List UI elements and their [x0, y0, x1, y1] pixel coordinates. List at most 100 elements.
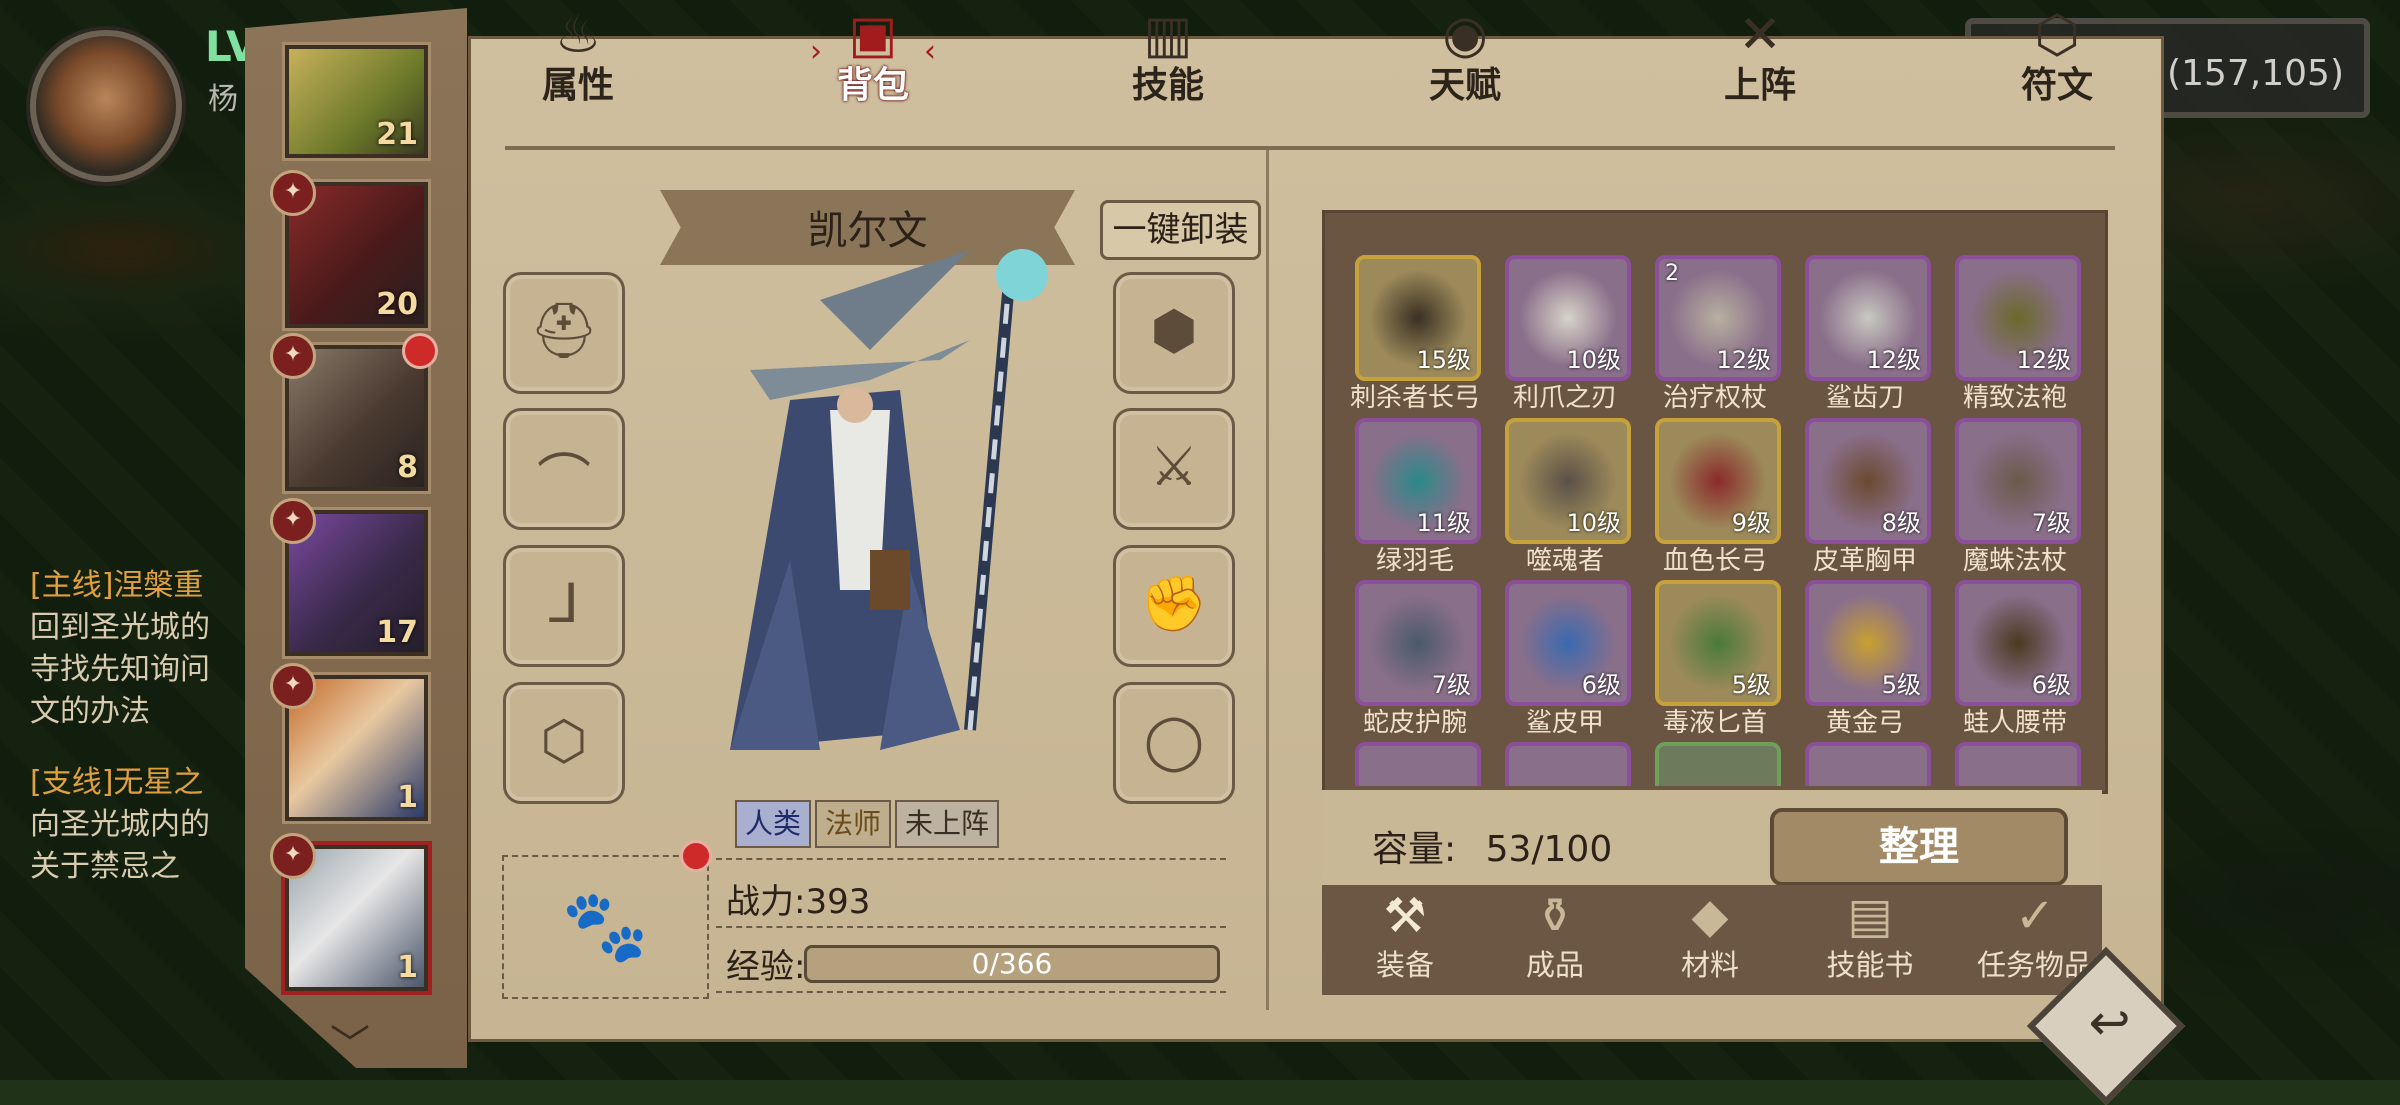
inventory-item[interactable]: 10级 — [1505, 418, 1631, 544]
item-name: 精致法袍 — [1962, 383, 2067, 413]
item-level: 7级 — [1431, 671, 1471, 699]
hero-level: 1 — [397, 780, 418, 815]
exp-row: 经验: 0/366 — [716, 925, 1226, 993]
unequip-all-button[interactable]: 一键卸装 — [1100, 200, 1261, 260]
item-name: 噬魂者 — [1525, 546, 1604, 576]
backpack-icon: ▣ — [848, 5, 898, 65]
armor-icon: ⬢ — [1150, 299, 1198, 362]
player-avatar[interactable] — [30, 30, 182, 182]
hero-class-badge: ✦ — [270, 833, 316, 879]
hero-class-badge: ✦ — [270, 333, 316, 379]
quest-main[interactable]: [主线]涅槃重 回到圣光城的 寺找先知询问 文的办法 — [30, 565, 260, 733]
item-name: 利爪之刃 — [1512, 383, 1617, 413]
inventory-item[interactable]: 8级 — [1805, 418, 1931, 544]
category-equipment[interactable]: ⚒ 装备 — [1340, 890, 1470, 984]
item-name: 鲨皮甲 — [1525, 708, 1604, 738]
equipment-icon: ⚒ — [1383, 888, 1427, 944]
inventory-item[interactable]: 6级 — [1955, 580, 2081, 706]
inventory-item[interactable]: 15级 — [1355, 255, 1481, 381]
chevron-left-icon: › — [810, 34, 822, 69]
shoulder-icon: ⌒ — [537, 448, 591, 511]
item-name: 皮革胸甲 — [1812, 546, 1917, 576]
armor-slot[interactable]: ⬢ — [1113, 272, 1235, 394]
item-level: 8级 — [1881, 509, 1921, 537]
panel-divider — [1266, 150, 1269, 1010]
power-label: 战力:393 — [726, 882, 871, 922]
inventory-item[interactable]: 7级 — [1955, 418, 2081, 544]
return-arrow-icon: ↩ — [2088, 993, 2131, 1052]
ring-slot[interactable]: ⬡ — [503, 682, 625, 804]
inventory-item[interactable]: 7级 — [1355, 580, 1481, 706]
quest-item-icon: ✓ — [2014, 888, 2056, 944]
item-level: 15级 — [1416, 346, 1471, 374]
item-level: 12级 — [1716, 346, 1771, 374]
item-level: 6级 — [1581, 671, 1621, 699]
bag-icon: ⚱ — [1534, 888, 1576, 944]
flame-icon: ♨ — [554, 5, 602, 65]
inventory-item[interactable]: 6级 — [1505, 580, 1631, 706]
quest-main-line1: 回到圣光城的 — [30, 610, 210, 645]
inventory-item[interactable]: 10级 — [1505, 255, 1631, 381]
inventory-item[interactable]: 9级 — [1655, 418, 1781, 544]
hero-class-badge: ✦ — [270, 170, 316, 216]
inventory-item[interactable]: 5级 — [1805, 580, 1931, 706]
sword-icon: ⚔ — [1149, 435, 1199, 498]
sort-button[interactable]: 整理 — [1770, 808, 2068, 886]
inventory-item-partial[interactable] — [1505, 742, 1631, 786]
item-count: 2 — [1665, 261, 1679, 286]
hero-level: 17 — [376, 615, 418, 650]
category-skillbooks[interactable]: ▤ 技能书 — [1805, 890, 1935, 984]
race-tag: 人类 — [735, 800, 812, 848]
book-icon: ▥ — [1143, 5, 1193, 65]
amulet-slot[interactable]: ◯ — [1113, 682, 1235, 804]
tab-deploy[interactable]: ✕ 上阵 — [1695, 4, 1825, 106]
weapon-slot[interactable]: ⚔ — [1113, 408, 1235, 530]
item-name: 蛙人腰带 — [1962, 708, 2067, 738]
item-level: 12级 — [1866, 346, 1921, 374]
inventory-item-partial[interactable] — [1955, 742, 2081, 786]
boots-slot[interactable]: ⅃ — [503, 545, 625, 667]
hero-list-down-arrow[interactable]: ﹀ — [330, 1012, 370, 1070]
capacity-value: 53/100 — [1485, 829, 1613, 870]
quest-side[interactable]: [支线]无星之 向圣光城内的 关于禁忌之 — [30, 762, 260, 888]
inventory-item[interactable]: 12级 — [1805, 255, 1931, 381]
inventory-item[interactable]: 5级 — [1655, 580, 1781, 706]
inventory-item-partial[interactable] — [1805, 742, 1931, 786]
tab-attributes[interactable]: ♨ 属性 — [513, 4, 643, 106]
inventory-item[interactable]: 12级 — [1955, 255, 2081, 381]
deploy-status-tag: 未上阵 — [895, 800, 1000, 848]
inventory-item-partial[interactable] — [1355, 742, 1481, 786]
hero-class-badge: ✦ — [270, 498, 316, 544]
scroll-icon: ▤ — [1847, 888, 1893, 944]
inventory-item-partial[interactable] — [1655, 742, 1781, 786]
pet-slot[interactable]: 🐾 — [502, 855, 709, 999]
category-materials[interactable]: ◆ 材料 — [1645, 890, 1775, 984]
item-level: 6级 — [2031, 671, 2071, 699]
hero-level: 21 — [376, 117, 418, 152]
item-level: 12级 — [2016, 346, 2071, 374]
tab-talent[interactable]: ◉ 天赋 — [1400, 4, 1530, 106]
fist-icon: ✊ — [1140, 572, 1208, 635]
hero-card-1[interactable]: 21 — [285, 45, 428, 158]
item-name: 鲨齿刀 — [1825, 383, 1904, 413]
player-name: 杨 — [208, 82, 238, 117]
hero-level: 8 — [397, 450, 418, 485]
item-name: 毒液匕首 — [1662, 708, 1767, 738]
hero-level: 20 — [376, 287, 418, 322]
tab-skills[interactable]: ▥ 技能 — [1103, 4, 1233, 106]
item-level: 10级 — [1566, 346, 1621, 374]
hero-class-badge: ✦ — [270, 663, 316, 709]
tab-runes[interactable]: ⬡ 符文 — [1992, 4, 2122, 106]
material-icon: ◆ — [1691, 888, 1729, 944]
inventory-item[interactable]: 11级 — [1355, 418, 1481, 544]
amulet-icon: ◯ — [1143, 709, 1205, 772]
gloves-slot[interactable]: ✊ — [1113, 545, 1235, 667]
hero-level: 1 — [397, 950, 418, 985]
inventory-item[interactable]: 2 12级 — [1655, 255, 1781, 381]
shoulder-slot[interactable]: ⌒ — [503, 408, 625, 530]
category-products[interactable]: ⚱ 成品 — [1490, 890, 1620, 984]
helmet-slot[interactable]: ⛑ — [503, 272, 625, 394]
tab-backpack[interactable]: › ▣ 背包 ‹ — [808, 4, 938, 106]
eye-icon: ◉ — [1442, 5, 1488, 65]
ring-icon: ⬡ — [540, 709, 588, 772]
